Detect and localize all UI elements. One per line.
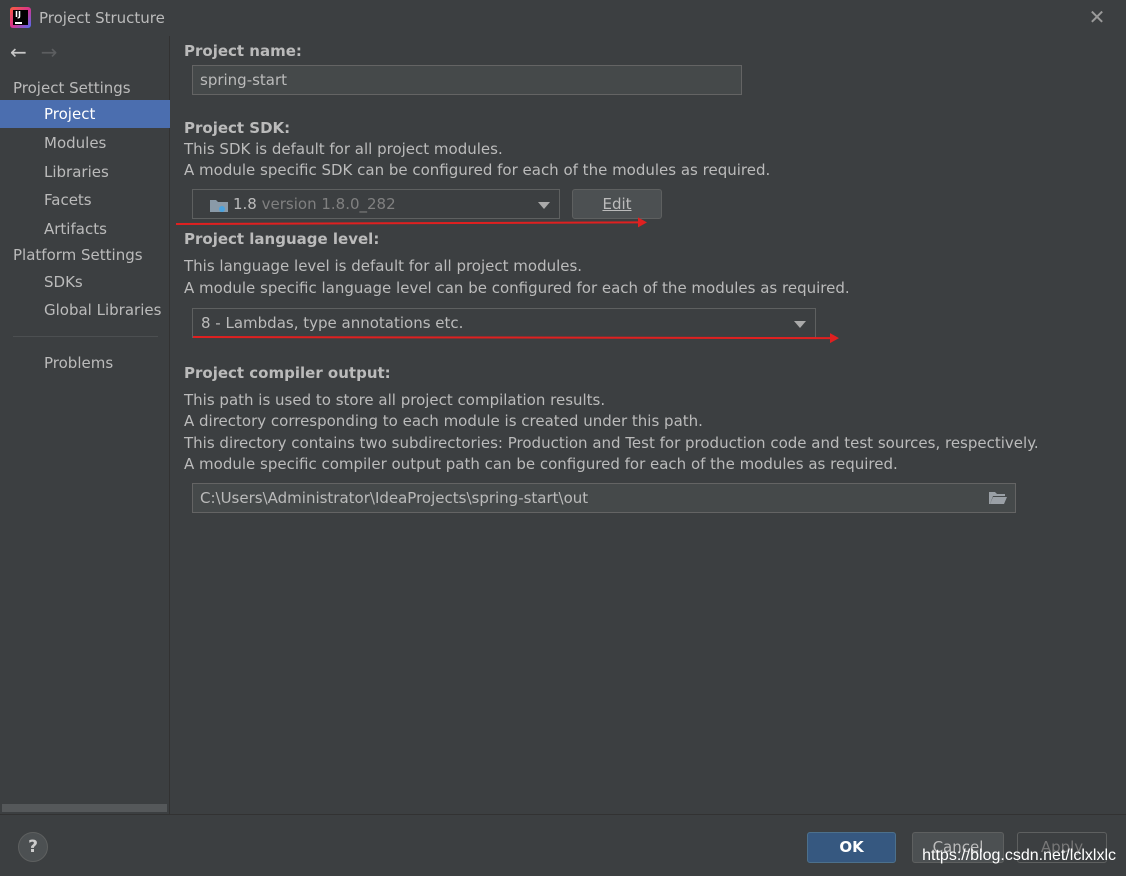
main-content: Project name: spring-start Project SDK: … xyxy=(171,36,1126,814)
sidebar-item-sdks[interactable]: SDKs xyxy=(0,268,170,296)
compiler-output-desc-4: A module specific compiler output path c… xyxy=(184,455,898,473)
compiler-output-desc-3: This directory contains two subdirectori… xyxy=(184,434,1039,452)
forward-arrow-icon: → xyxy=(40,40,58,64)
compiler-output-path-input[interactable]: C:\Users\Administrator\IdeaProjects\spri… xyxy=(192,483,1016,513)
project-sdk-desc-2: A module specific SDK can be configured … xyxy=(184,161,771,179)
sidebar-item-facets[interactable]: Facets xyxy=(0,186,170,214)
chevron-down-icon xyxy=(538,202,550,209)
language-level-desc-1: This language level is default for all p… xyxy=(184,257,583,275)
back-arrow-icon[interactable]: ← xyxy=(10,40,27,64)
intellij-app-icon: IJ xyxy=(10,7,31,28)
ok-button[interactable]: OK xyxy=(807,832,896,863)
annotation-arrow-sdk xyxy=(175,221,642,225)
dialog-footer: ? OK Cancel Apply https://blog.csdn.net/… xyxy=(0,814,1126,876)
project-sdk-label: Project SDK: xyxy=(184,119,291,137)
compiler-output-desc-1: This path is used to store all project c… xyxy=(184,391,606,409)
window-title: Project Structure xyxy=(39,9,165,27)
help-button[interactable]: ? xyxy=(18,832,48,862)
folder-icon[interactable] xyxy=(989,491,1007,505)
sdk-selected-name: 1.8 xyxy=(233,195,257,213)
sdk-folder-icon xyxy=(210,200,228,212)
sidebar-item-global-libraries[interactable]: Global Libraries xyxy=(0,296,170,324)
chevron-down-icon xyxy=(794,321,806,328)
sidebar-item-artifacts[interactable]: Artifacts xyxy=(0,215,170,243)
project-settings-header: Project Settings xyxy=(13,79,131,97)
compiler-output-label: Project compiler output: xyxy=(184,364,391,382)
edit-sdk-button[interactable]: Edit xyxy=(572,189,662,219)
language-level-dropdown[interactable]: 8 - Lambdas, type annotations etc. xyxy=(192,308,816,338)
language-level-selected: 8 - Lambdas, type annotations etc. xyxy=(201,314,464,332)
watermark-text: https://blog.csdn.net/lclxlxlc xyxy=(922,847,1116,864)
sidebar-divider xyxy=(13,336,158,337)
title-bar: IJ Project Structure ✕ xyxy=(0,0,1126,36)
sidebar: ← → Project Settings Project Modules Lib… xyxy=(0,36,170,814)
sidebar-scrollbar[interactable] xyxy=(2,804,167,812)
sdk-selected-version: version 1.8.0_282 xyxy=(261,195,396,213)
platform-settings-header: Platform Settings xyxy=(13,246,143,264)
language-level-label: Project language level: xyxy=(184,230,380,248)
sidebar-item-modules[interactable]: Modules xyxy=(0,129,170,157)
close-icon[interactable]: ✕ xyxy=(1088,7,1106,27)
compiler-output-desc-2: A directory corresponding to each module… xyxy=(184,412,703,430)
project-name-input[interactable]: spring-start xyxy=(192,65,742,95)
sidebar-item-libraries[interactable]: Libraries xyxy=(0,158,170,186)
compiler-output-path: C:\Users\Administrator\IdeaProjects\spri… xyxy=(200,489,589,507)
nav-arrows: ← → xyxy=(10,40,58,64)
language-level-desc-2: A module specific language level can be … xyxy=(184,279,850,297)
project-sdk-desc-1: This SDK is default for all project modu… xyxy=(184,140,503,158)
project-sdk-dropdown[interactable]: 1.8 version 1.8.0_282 xyxy=(192,189,560,219)
project-name-label: Project name: xyxy=(184,42,302,60)
annotation-arrow-language xyxy=(192,336,834,340)
sidebar-item-problems[interactable]: Problems xyxy=(0,349,170,377)
sidebar-item-project[interactable]: Project xyxy=(0,100,170,128)
